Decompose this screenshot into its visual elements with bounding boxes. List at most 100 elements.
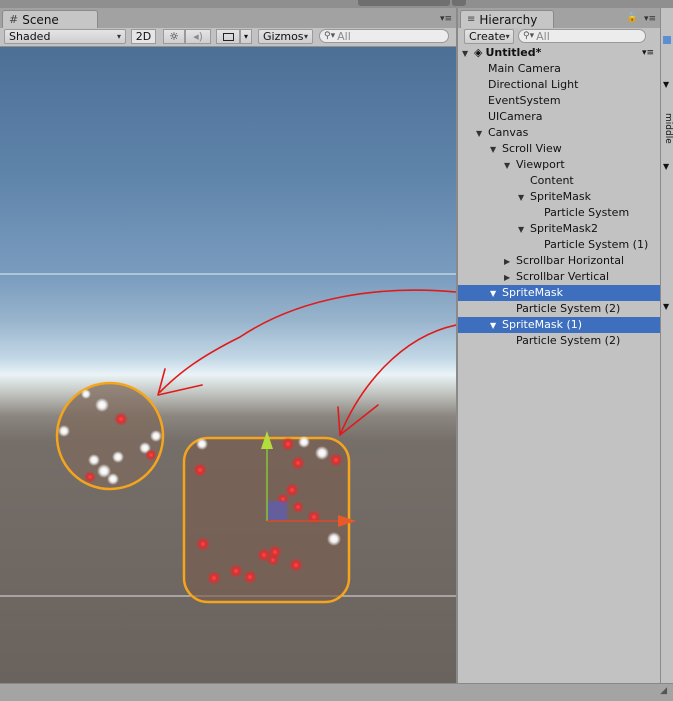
hierarchy-item-label: SpriteMask (502, 286, 563, 299)
hierarchy-item-label: Directional Light (488, 78, 579, 91)
fold-arrow-icon[interactable]: ▼ (663, 302, 669, 311)
mode-2d-toggle[interactable]: 2D (131, 29, 156, 44)
fold-open-icon[interactable]: ▼ (504, 158, 516, 174)
fold-open-icon[interactable]: ▼ (490, 318, 502, 334)
grid-icon: # (9, 13, 19, 26)
hierarchy-search-input[interactable]: ⚲▾ All (518, 29, 646, 43)
fold-open-icon[interactable]: ▼ (476, 126, 488, 142)
shading-mode-dropdown[interactable]: Shaded ▾ (4, 29, 126, 44)
annotation-arrow-1 (159, 289, 456, 393)
hierarchy-item-label: UICamera (488, 110, 543, 123)
hierarchy-item[interactable]: EventSystem (458, 93, 660, 109)
annotation-arrow-2 (339, 324, 456, 436)
fold-arrow-icon[interactable]: ▼ (663, 80, 669, 89)
chevron-down-icon: ▾ (243, 32, 248, 41)
scene-tab-bar: # Scene ▾≡ (0, 8, 456, 29)
hierarchy-search-placeholder: All (536, 29, 550, 43)
hierarchy-item-label: Canvas (488, 126, 529, 139)
hierarchy-item[interactable]: Particle System (2) (458, 301, 660, 317)
hierarchy-item[interactable]: ▼ SpriteMask (458, 189, 660, 205)
tab-scene-label: Scene (22, 12, 59, 27)
mode-2d-label: 2D (135, 30, 152, 43)
inspector-panel-edge: ▼ middle ▼ ▼ (660, 8, 673, 688)
hierarchy-item[interactable]: Main Camera (458, 61, 660, 77)
hierarchy-item-label: SpriteMask2 (530, 222, 598, 235)
fold-closed-icon[interactable]: ▶ (504, 254, 516, 270)
fold-open-icon[interactable]: ▼ (490, 142, 502, 158)
hierarchy-item[interactable]: ▶ Scrollbar Horizontal (458, 253, 660, 269)
chevron-down-icon: ▾ (505, 32, 510, 41)
fold-arrow-icon[interactable]: ▼ (663, 162, 669, 171)
hierarchy-item[interactable]: Particle System (1) (458, 237, 660, 253)
hierarchy-item[interactable]: ▶ Scrollbar Vertical (458, 269, 660, 285)
chevron-down-icon: ▾ (116, 32, 121, 41)
light-toggle-icon: ☼ (169, 30, 179, 43)
hierarchy-item-label: Scrollbar Vertical (516, 270, 610, 283)
create-dropdown[interactable]: Create ▾ (464, 29, 514, 44)
hierarchy-item-label: Scrollbar Horizontal (516, 254, 625, 267)
audio-toggle-icon: ◂) (193, 30, 203, 43)
hierarchy-item-label: Particle System (1) (544, 238, 649, 251)
resize-grip-icon[interactable]: ◢ (660, 686, 667, 696)
hierarchy-item-label: EventSystem (488, 94, 561, 107)
search-icon: ⚲▾ (324, 31, 336, 41)
hierarchy-toolbar: Create ▾ ⚲▾ All (458, 28, 660, 46)
hierarchy-tree: ▼ ◈ Untitled* ▾≡ Main Camera Directional Ligh… (458, 45, 660, 685)
hierarchy-item[interactable]: Particle System (2) (458, 333, 660, 349)
search-icon: ⚲▾ (523, 31, 535, 41)
hierarchy-item-label: Particle System (2) (516, 302, 621, 315)
hierarchy-item[interactable]: ▼ SpriteMask (1) (458, 317, 660, 333)
light-toggle-button[interactable]: ☼ (163, 29, 185, 44)
top-control-small[interactable] (452, 0, 466, 6)
hierarchy-item[interactable]: Directional Light (458, 77, 660, 93)
gizmos-label: Gizmos (263, 30, 304, 43)
hierarchy-item[interactable]: ▼ Scroll View (458, 141, 660, 157)
hierarchy-item[interactable]: UICamera (458, 109, 660, 125)
tab-hierarchy[interactable]: ≡ Hierarchy (460, 10, 554, 28)
tab-hierarchy-label: Hierarchy (479, 12, 538, 27)
hierarchy-item-label: Scroll View (502, 142, 562, 155)
effects-dropdown-arrow[interactable]: ▾ (240, 29, 252, 44)
hierarchy-item[interactable]: Particle System (458, 205, 660, 221)
unity-scene-icon: ◈ (474, 46, 483, 59)
inspector-icon (663, 36, 671, 44)
window-top-strip (0, 0, 673, 8)
hierarchy-item-label: SpriteMask (1) (502, 318, 583, 331)
gizmos-dropdown[interactable]: Gizmos ▾ (258, 29, 313, 44)
top-control-group[interactable] (358, 0, 450, 6)
lock-icon[interactable]: 🔒 (627, 13, 638, 23)
hierarchy-item[interactable]: Content (458, 173, 660, 189)
status-bar: ◢ (0, 683, 673, 701)
hierarchy-item[interactable]: ▼ Canvas (458, 125, 660, 141)
effects-toggle-button[interactable] (216, 29, 240, 44)
panel-menu-icon[interactable]: ▾≡ (440, 14, 452, 24)
scene-search-input[interactable]: ⚲▾ All (319, 29, 449, 43)
fold-open-icon[interactable]: ▼ (462, 46, 474, 62)
audio-toggle-button[interactable]: ◂) (185, 29, 211, 44)
annotation-arrow-2-head (337, 404, 379, 436)
hierarchy-item[interactable]: ▼ Viewport (458, 157, 660, 173)
fold-open-icon[interactable]: ▼ (490, 286, 502, 302)
hierarchy-item-label: SpriteMask (530, 190, 591, 203)
fold-open-icon[interactable]: ▼ (518, 222, 530, 238)
tab-scene[interactable]: # Scene (2, 10, 98, 28)
inspector-partial-label: middle (663, 113, 673, 144)
hierarchy-item-label: Untitled* (485, 46, 542, 59)
panel-menu-icon[interactable]: ▾≡ (644, 14, 656, 24)
panel-menu-icon[interactable]: ▾≡ (642, 45, 654, 61)
hierarchy-tab-bar: ≡ Hierarchy 🔒 ▾≡ (458, 8, 660, 29)
hierarchy-item-label: Viewport (516, 158, 565, 171)
create-label: Create (469, 30, 506, 43)
hierarchy-item-label: Content (530, 174, 574, 187)
hierarchy-item[interactable]: ▼ SpriteMask (458, 285, 660, 301)
shading-mode-value: Shaded (9, 30, 51, 43)
hierarchy-item[interactable]: ▼ SpriteMask2 (458, 221, 660, 237)
annotation-arrows (157, 289, 456, 436)
fold-closed-icon[interactable]: ▶ (504, 270, 516, 286)
scene-viewport[interactable] (0, 47, 456, 683)
scene-toolbar: Shaded ▾ 2D ☼ ◂) ▾ Gizmos ▾ ⚲▾ All (0, 28, 456, 47)
scene-canvas[interactable] (0, 47, 456, 683)
hierarchy-scene-row[interactable]: ▼ ◈ Untitled* ▾≡ (458, 45, 660, 61)
fold-open-icon[interactable]: ▼ (518, 190, 530, 206)
gizmo-plane-handle[interactable] (268, 501, 287, 520)
